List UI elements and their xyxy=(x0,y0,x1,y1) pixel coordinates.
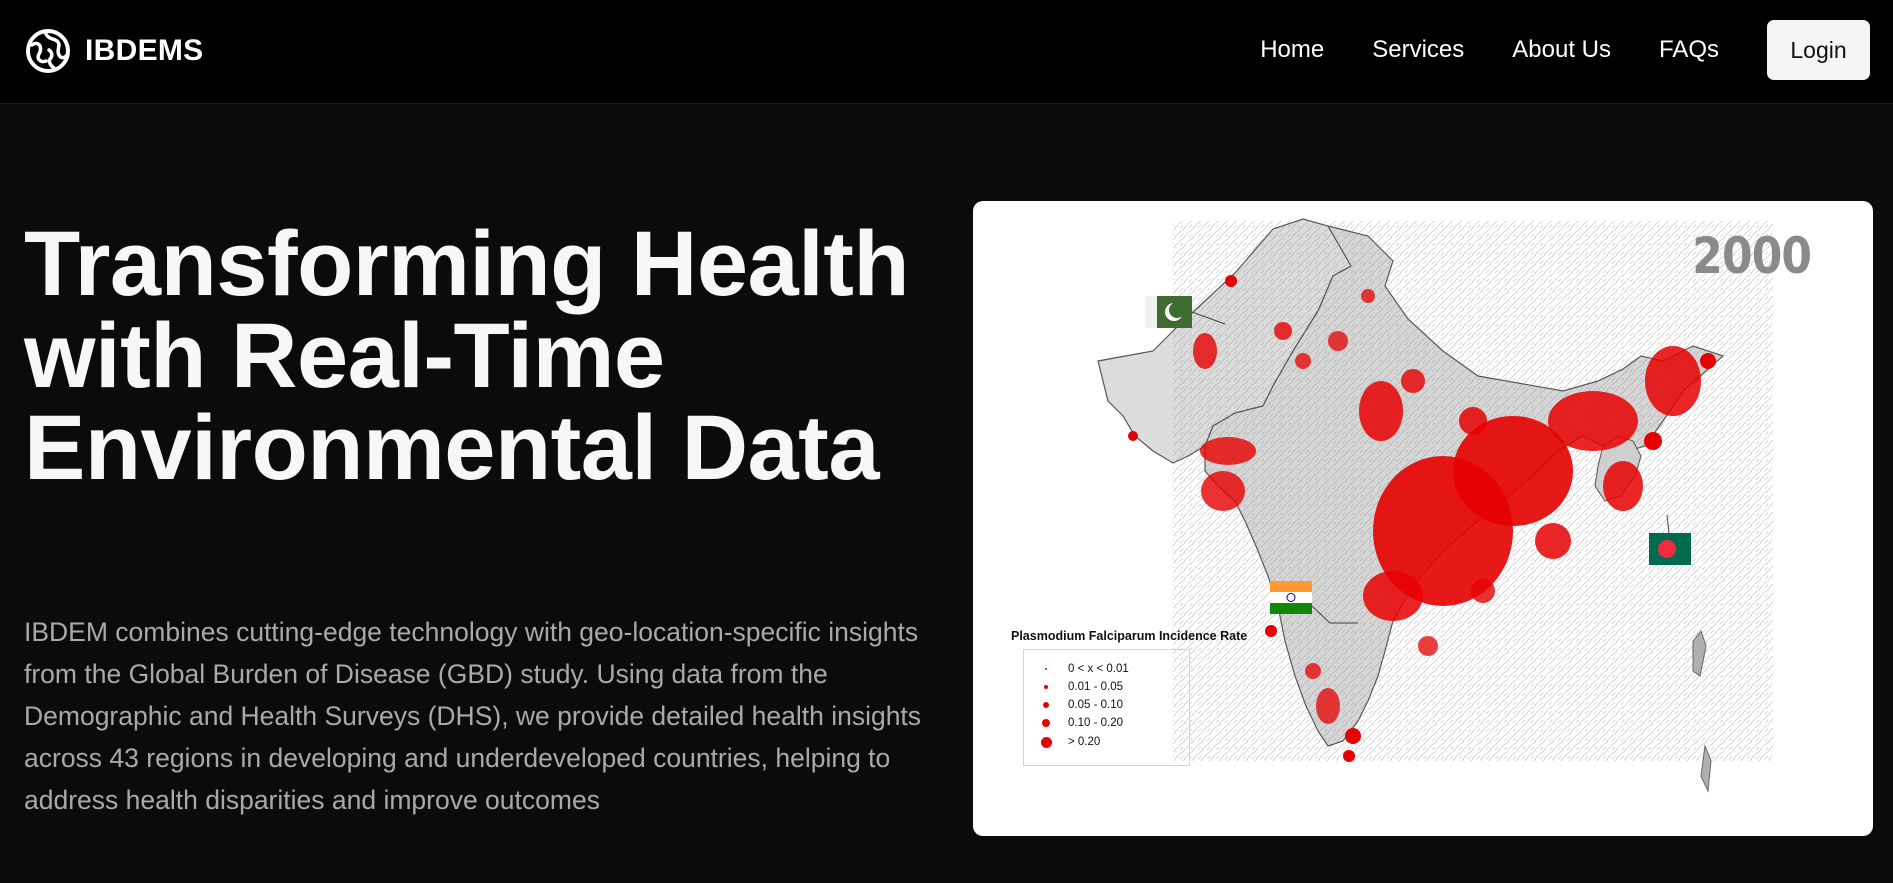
legend-marker-icon xyxy=(1042,719,1050,727)
legend-item: > 0.20 xyxy=(1024,733,1184,751)
legend-item: 0.10 - 0.20 xyxy=(1024,714,1184,732)
legend-title: Plasmodium Falciparum Incidence Rate xyxy=(1011,629,1248,643)
legend-label: > 0.20 xyxy=(1068,736,1101,748)
legend-marker-icon xyxy=(1044,685,1048,689)
globe-logo-icon xyxy=(26,29,70,73)
legend-label: 0.05 - 0.10 xyxy=(1068,699,1123,711)
legend-marker-icon xyxy=(1045,668,1047,670)
legend-label: 0 < x < 0.01 xyxy=(1068,663,1129,675)
map-year-label: 2000 xyxy=(1692,227,1812,285)
login-button[interactable]: Login xyxy=(1767,20,1870,80)
brand[interactable]: IBDEMS xyxy=(25,28,203,74)
legend-marker-icon xyxy=(1043,702,1049,708)
top-navbar: IBDEMS Home Services About Us FAQs Login xyxy=(0,0,1893,104)
legend-label: 0.01 - 0.05 xyxy=(1068,681,1123,693)
legend-marker-icon xyxy=(1040,736,1052,748)
legend-box: 0 < x < 0.01 0.01 - 0.05 0.05 - 0.10 0.1… xyxy=(1023,649,1190,766)
malaria-map-card: 2000 Plasmodium Falciparum Incidence Rat… xyxy=(973,201,1873,836)
nav-faqs-link[interactable]: FAQs xyxy=(1659,20,1719,80)
nav-about-link[interactable]: About Us xyxy=(1512,20,1611,80)
nav-services-link[interactable]: Services xyxy=(1372,20,1464,80)
legend-item: 0 < x < 0.01 xyxy=(1024,660,1184,678)
legend-label: 0.10 - 0.20 xyxy=(1068,717,1123,729)
hero-title: Transforming Health with Real-Time Envir… xyxy=(24,213,910,499)
nav-links: Home Services About Us FAQs Login xyxy=(1260,20,1870,80)
legend-item: 0.01 - 0.05 xyxy=(1024,678,1184,696)
nav-home-link[interactable]: Home xyxy=(1260,20,1324,80)
brand-name: IBDEMS xyxy=(85,34,204,67)
map-legend: Plasmodium Falciparum Incidence Rate 0 <… xyxy=(1011,629,1248,766)
hero-description: IBDEM combines cutting-edge technology w… xyxy=(24,617,922,815)
legend-item: 0.05 - 0.10 xyxy=(1024,696,1184,714)
